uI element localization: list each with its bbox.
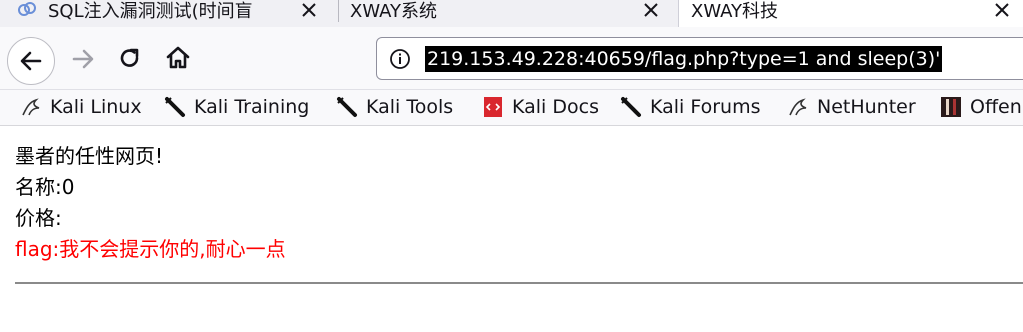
navigation-toolbar: 219.153.49.228:40659/flag.php?type=1 and… (0, 27, 1023, 90)
bookmark-label: Kali Training (194, 96, 310, 118)
kali-dragon-icon (22, 98, 40, 116)
bookmark-kali-docs[interactable]: Kali Docs (482, 93, 599, 121)
bookmark-offsec[interactable]: Offen (940, 93, 1022, 121)
tab-separator (338, 0, 339, 22)
bookmark-kali-forums[interactable]: Kali Forums (620, 93, 761, 121)
bookmark-kali-linux[interactable]: Kali Linux (20, 93, 142, 121)
tab-xway-system[interactable]: XWAY系统 (340, 0, 672, 27)
reload-icon (120, 48, 139, 67)
bookmark-label: Kali Linux (50, 96, 142, 118)
tab-title: SQL注入漏洞测试(时间盲 (48, 0, 253, 22)
bookmark-label: Kali Tools (366, 96, 454, 118)
page-heading: 墨者的任性网页! (15, 144, 164, 168)
arrow-left-icon (20, 51, 42, 71)
kali-tool-icon (337, 97, 357, 117)
page-content: 墨者的任性网页! 名称:0 价格: flag:我不会提示你的,耐心一点 (15, 141, 286, 265)
bookmark-label: Offen (970, 96, 1022, 118)
close-icon[interactable] (298, 0, 320, 21)
url-text[interactable]: 219.153.49.228:40659/flag.php?type=1 and… (425, 46, 943, 72)
home-icon (166, 46, 190, 69)
kali-dragon-icon (789, 98, 807, 116)
horizontal-rule (15, 282, 1023, 284)
kali-tool-icon (165, 97, 185, 117)
name-field-text: 名称:0 (15, 175, 75, 199)
bookmark-kali-tools[interactable]: Kali Tools (336, 93, 453, 121)
close-icon[interactable] (991, 0, 1013, 21)
flag-message: flag:我不会提示你的,耐心一点 (15, 237, 286, 261)
bookmark-label: NetHunter (817, 96, 916, 118)
kali-docs-icon (484, 97, 502, 117)
cloud-favicon-icon (18, 1, 36, 16)
close-icon[interactable] (640, 0, 662, 21)
bookmark-label: Kali Docs (512, 96, 599, 118)
bookmark-kali-training[interactable]: Kali Training (164, 93, 309, 121)
tab-sql-injection[interactable]: SQL注入漏洞测试(时间盲 (0, 0, 330, 27)
back-button[interactable] (7, 37, 55, 85)
site-info-icon[interactable] (389, 48, 411, 70)
offsec-icon (941, 97, 961, 117)
tab-title: XWAY科技 (691, 0, 779, 22)
tab-title: XWAY系统 (350, 0, 438, 22)
bookmark-nethunter[interactable]: NetHunter (787, 93, 916, 121)
price-field-text: 价格: (15, 206, 62, 230)
forward-button[interactable] (69, 45, 97, 73)
reload-button[interactable] (116, 45, 144, 73)
bookmark-label: Kali Forums (650, 96, 761, 118)
home-button[interactable] (164, 44, 192, 72)
tab-strip: SQL注入漏洞测试(时间盲 XWAY系统 XWAY科技 (0, 0, 1023, 27)
tab-xway-tech[interactable]: XWAY科技 (678, 0, 1023, 27)
kali-tool-icon (621, 97, 641, 117)
address-bar[interactable]: 219.153.49.228:40659/flag.php?type=1 and… (376, 37, 1023, 80)
arrow-right-icon (72, 49, 94, 69)
bookmarks-toolbar: Kali Linux Kali Training Kali Tools Kali… (0, 90, 1023, 126)
